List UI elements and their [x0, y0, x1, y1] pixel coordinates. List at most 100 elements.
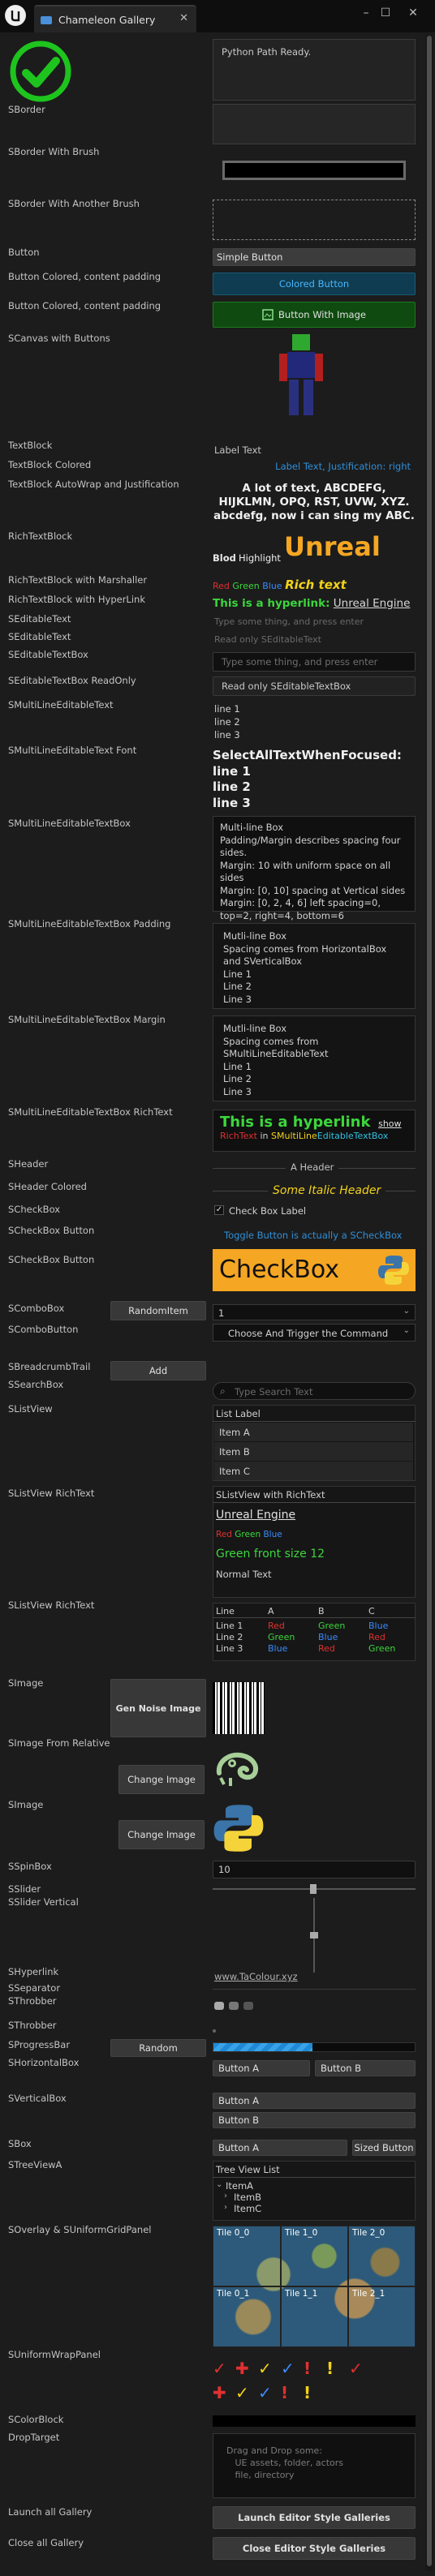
table-cell: Green	[268, 1632, 295, 1642]
grid-tile: Tile 2_1	[348, 2286, 416, 2347]
list-item[interactable]: Item B	[214, 1442, 413, 1461]
hyperlink-url[interactable]: www.TaColour.xyz	[214, 1971, 298, 1982]
big-checkbox-button[interactable]: CheckBox	[213, 1249, 416, 1291]
combo-button[interactable]: Choose And Trigger the Command ⌄	[213, 1324, 416, 1342]
list-divider	[213, 1421, 416, 1422]
label-slistview-rich2: SListView RichText	[8, 1599, 95, 1611]
launch-styles-button[interactable]: Launch Editor Style Galleries	[213, 2506, 416, 2529]
tree-collapse-icon[interactable]: ›	[224, 2192, 227, 2200]
label-textblock: TextBlock	[8, 440, 53, 451]
wrap-plus-icon: ✚	[235, 2359, 249, 2378]
vertical-slider-thumb[interactable]	[310, 1932, 318, 1938]
label-sborder-another: SBorder With Another Brush	[8, 198, 140, 209]
list-rich-colors: Red Green Blue	[216, 1530, 282, 1539]
robot-left-leg[interactable]	[289, 380, 299, 415]
sbox-button-a[interactable]: Button A	[213, 2140, 347, 2156]
chevron-down-icon: ⌄	[403, 1307, 410, 1316]
multiline-box[interactable]: Multi-line Box Padding/Margin describes …	[213, 816, 416, 921]
vbox-button-a[interactable]: Button A	[213, 2093, 416, 2109]
multiline-rich-box[interactable]: This is a hyperlink show RichText in SMu…	[213, 1110, 416, 1152]
editable-text-placeholder[interactable]: Type some thing, and press enter	[214, 616, 364, 627]
tree-collapse-icon[interactable]: ›	[224, 2203, 227, 2212]
label-justified-text: Label Text, Justification: right	[275, 461, 411, 472]
label-button: Button	[8, 247, 40, 258]
label-slistview: SListView	[8, 1403, 53, 1415]
wrap-check-icon: ✓	[281, 2359, 295, 2378]
list-item[interactable]: Item A	[214, 1423, 413, 1441]
tree-root-item[interactable]: ItemA	[226, 2180, 253, 2192]
marshaller-row: Red Green Blue Rich text	[213, 577, 347, 592]
multiline-text[interactable]: line 1 line 2 line 3	[214, 702, 240, 741]
table-cell: Blue	[368, 1621, 389, 1631]
editable-textbox[interactable]: Type some thing, and press enter	[213, 652, 416, 672]
label-ssearchbox: SSearchBox	[8, 1379, 64, 1390]
spin-box[interactable]: 10	[213, 1861, 416, 1878]
drop-target[interactable]: Drag and Drop some: UE assets, folder, a…	[213, 2433, 416, 2498]
vertical-scrollbar[interactable]	[425, 34, 433, 2571]
checkbox-check-icon[interactable]: ✓	[214, 1205, 224, 1215]
checkbox-label: Check Box Label	[229, 1205, 307, 1217]
robot-head[interactable]	[292, 334, 310, 350]
search-placeholder: Type Search Text	[235, 1386, 313, 1397]
add-breadcrumb-button[interactable]: Add	[110, 1361, 206, 1380]
grid-tile: Tile 0_1	[213, 2286, 281, 2347]
image-button[interactable]: Button With Image	[213, 302, 416, 328]
hbox-button-a[interactable]: Button A	[213, 2060, 310, 2076]
hyperlink-prefix: This is a hyperlink:	[213, 597, 330, 610]
label-sseparator: SSeparator	[8, 1982, 61, 1994]
tree-expand-icon[interactable]: ⌄	[216, 2180, 222, 2189]
wrap-check-icon: ✓	[258, 2383, 272, 2402]
combo-value: 1	[218, 1307, 225, 1319]
label-sspinbox: SSpinBox	[8, 1861, 52, 1872]
combo-box[interactable]: 1 ⌄	[213, 1304, 416, 1320]
minimize-button[interactable]: –	[355, 6, 377, 23]
checkmark-icon	[10, 41, 71, 105]
hyperlink-unreal[interactable]: Unreal Engine	[334, 597, 411, 610]
rich-hyperlink-text[interactable]: This is a hyperlink	[220, 1114, 370, 1131]
random-item-button[interactable]: RandomItem	[110, 1301, 206, 1320]
grid-tile: Tile 2_0	[348, 2226, 416, 2286]
scrollbar-thumb[interactable]	[427, 36, 432, 2566]
search-box[interactable]: ⌕ Type Search Text	[213, 1382, 416, 1400]
label-sborder: SBorder	[8, 104, 45, 115]
table-cell: Blue	[318, 1632, 338, 1642]
tab-chameleon-gallery[interactable]: Chameleon Gallery ✕	[34, 5, 196, 32]
tree-child-item[interactable]: ItemB	[234, 2192, 261, 2203]
tree-child-item[interactable]: ItemC	[234, 2203, 261, 2214]
toggle-button-text[interactable]: Toggle Button is actually a SCheckBox	[224, 1230, 402, 1241]
close-styles-button[interactable]: Close Editor Style Galleries	[213, 2537, 416, 2560]
table-cell: Line 2	[216, 1632, 243, 1642]
robot-body[interactable]	[287, 352, 315, 378]
tab-close-icon[interactable]: ✕	[179, 12, 188, 24]
sized-button[interactable]: Sized Button	[352, 2140, 416, 2156]
multiline-padding-box[interactable]: Mutli-line Box Spacing comes from Horizo…	[213, 923, 416, 1009]
robot-right-leg[interactable]	[304, 380, 313, 415]
change-image-button-1[interactable]: Change Image	[118, 1765, 205, 1794]
gen-noise-button[interactable]: Gen Noise Image	[110, 1679, 206, 1737]
robot-right-arm[interactable]	[315, 354, 323, 381]
hbox-button-b[interactable]: Button B	[315, 2060, 416, 2076]
window-icon	[41, 16, 52, 24]
change-image-button-2[interactable]: Change Image	[118, 1820, 205, 1849]
slider-thumb[interactable]	[310, 1884, 317, 1894]
vbox-button-b[interactable]: Button B	[213, 2112, 416, 2128]
colored-button[interactable]: Colored Button	[213, 273, 416, 295]
label-richtextblock: RichTextBlock	[8, 530, 73, 542]
close-window-button[interactable]: ✕	[403, 6, 424, 23]
rich-show-link[interactable]: show	[378, 1118, 401, 1129]
rich-unreal-text: Unreal	[284, 531, 381, 562]
wrap-exclamation-icon: !	[304, 2383, 312, 2402]
random-progress-button[interactable]: Random	[110, 2039, 206, 2057]
list-rich-unreal[interactable]: Unreal Engine	[216, 1509, 295, 1522]
maximize-button[interactable]: ☐	[375, 6, 396, 23]
color-block	[213, 2415, 416, 2427]
wrap-check-icon: ✓	[235, 2383, 249, 2402]
multiline-margin-box[interactable]: Mutli-line Box Spacing comes from SMulti…	[213, 1015, 416, 1101]
robot-left-arm[interactable]	[279, 354, 287, 381]
multiline-font-text[interactable]: SelectAllTextWhenFocused: line 1 line 2 …	[213, 748, 402, 811]
label-sbox: SBox	[8, 2138, 32, 2149]
simple-button[interactable]: Simple Button	[213, 248, 416, 266]
grid-tile: Tile 0_0	[213, 2226, 281, 2286]
table-cell: Line 3	[216, 1643, 243, 1654]
list-item[interactable]: Item C	[214, 1462, 413, 1480]
